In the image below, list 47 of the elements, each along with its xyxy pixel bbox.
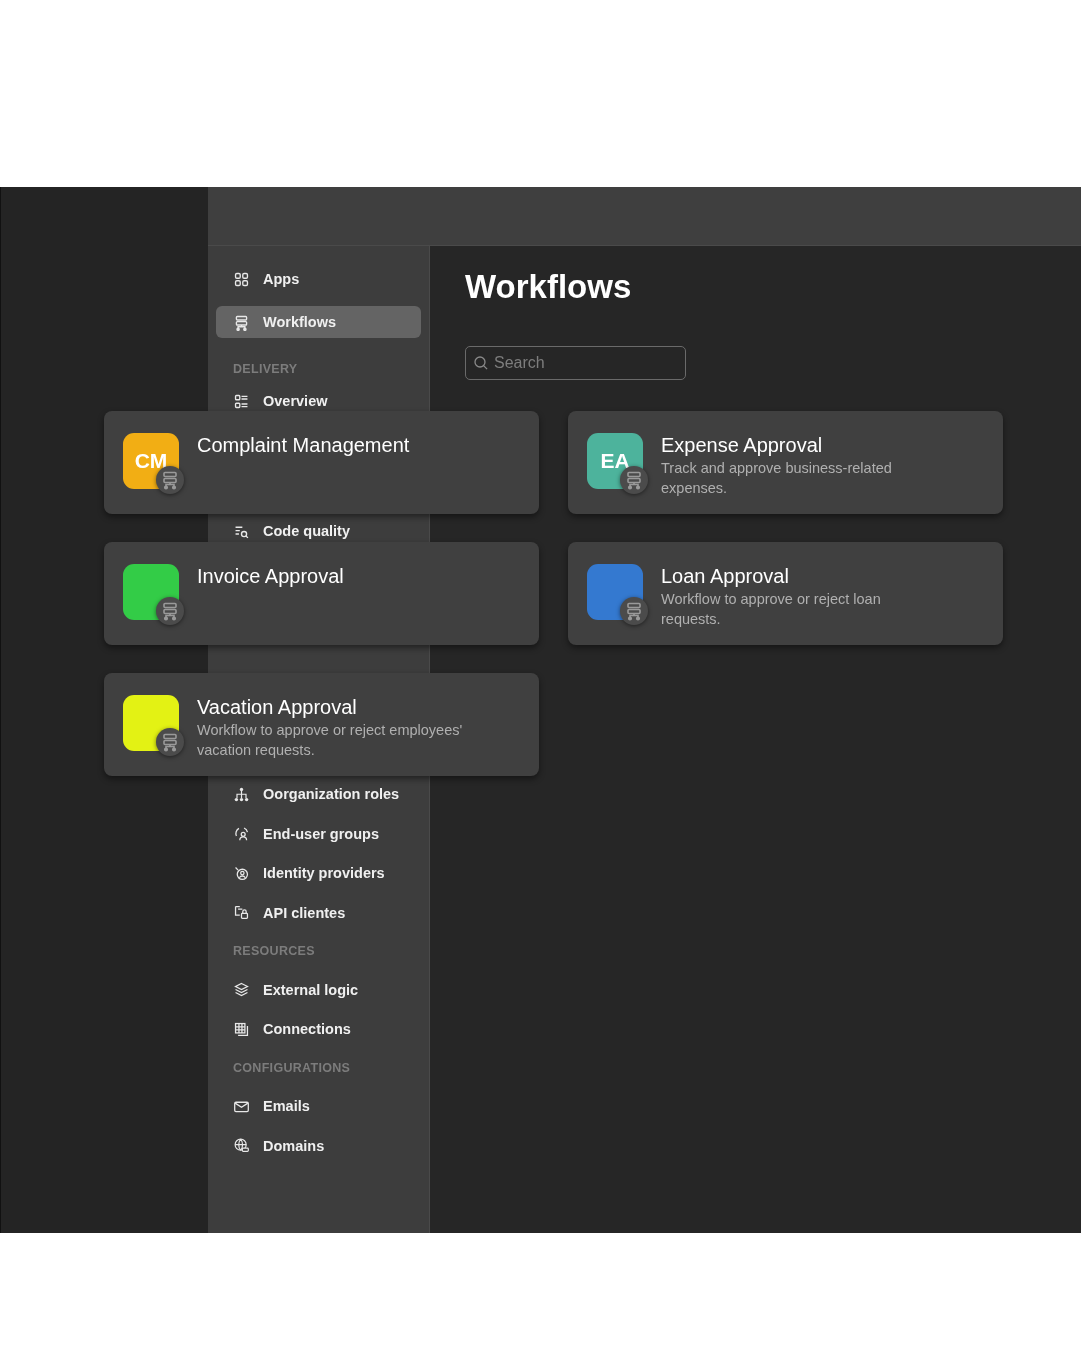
search-icon — [473, 355, 489, 371]
workflow-card[interactable]: CM Complaint Management — [104, 411, 539, 514]
list-icon — [233, 392, 250, 410]
workflow-description: Workflow to approve or reject employees' vacation requests. — [197, 721, 464, 760]
globe-icon — [233, 1137, 250, 1154]
sidebar-item[interactable]: Oorganization roles — [216, 781, 421, 807]
table-icon — [233, 1020, 250, 1038]
sidebar-item[interactable]: API clientes — [216, 899, 421, 926]
workflow-title: Complaint Management — [197, 433, 410, 457]
page-title: Workflows — [465, 267, 633, 307]
section-heading: CONFIGURATIONS — [232, 1059, 352, 1077]
workflow-badge-icon — [620, 466, 648, 494]
workflow-card[interactable]: Invoice Approval — [104, 542, 539, 645]
sidebar-item[interactable]: Apps — [216, 266, 421, 292]
workflow-title: Expense Approval — [661, 433, 824, 457]
sidebar-item[interactable]: End-user groups — [216, 820, 421, 847]
workflow-description: Track and approve business-related expenses. — [661, 459, 893, 498]
sidebar-item[interactable]: Identity providers — [216, 860, 421, 886]
lock-box-icon — [233, 904, 250, 921]
avatar-initials: EA — [600, 449, 630, 473]
sidebar-item[interactable]: Connections — [216, 1016, 421, 1042]
search-field[interactable]: Search — [465, 346, 686, 380]
section-heading: RESOURCES — [232, 943, 316, 960]
sidebar-item[interactable]: Domains — [216, 1132, 421, 1159]
workflow-icon — [233, 313, 250, 331]
workflow-card[interactable]: Vacation Approval Workflow to approve or reject employees' vacation requests. — [104, 673, 539, 776]
workflow-badge-icon — [156, 466, 184, 494]
sidebar-item[interactable]: Workflows — [216, 306, 421, 338]
sidebar-item[interactable]: Emails — [216, 1093, 421, 1119]
section-heading: DELIVERY — [232, 361, 299, 378]
workflow-title: Vacation Approval — [197, 695, 358, 719]
workflow-badge-icon — [156, 597, 184, 625]
workflow-card[interactable]: EA Expense Approval Track and approve business-related expenses. — [568, 411, 1003, 514]
sidebar-item[interactable]: Overview — [216, 388, 421, 414]
hierarchy-icon — [233, 785, 250, 803]
sidebar-item[interactable]: External logic — [216, 976, 421, 1003]
workflow-title: Invoice Approval — [197, 564, 344, 588]
apps-icon — [233, 270, 250, 288]
workflow-description: Workflow to approve or reject loan requests. — [661, 590, 882, 629]
workflow-title: Loan Approval — [661, 564, 790, 588]
workflow-badge-icon — [620, 597, 648, 625]
user-circle-icon — [233, 825, 250, 842]
avatar-initials: CM — [134, 449, 168, 473]
sidebar-item[interactable]: Code quality — [216, 518, 421, 544]
layers-icon — [233, 981, 250, 998]
workflow-card[interactable]: Loan Approval Workflow to approve or reject loan requests. — [568, 542, 1003, 645]
workflow-badge-icon — [156, 728, 184, 756]
